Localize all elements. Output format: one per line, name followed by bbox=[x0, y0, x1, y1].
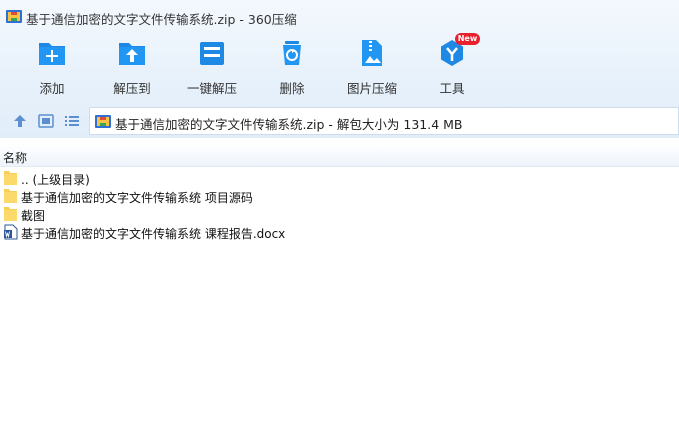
image-compress-icon bbox=[362, 40, 382, 66]
file-row-screenshots-folder[interactable]: 截图 bbox=[0, 205, 679, 223]
window-title: 基于通信加密的文字文件传输系统.zip - 360压缩 bbox=[26, 12, 297, 27]
file-row-parent-directory[interactable]: .. (上级目录) bbox=[0, 169, 679, 187]
address-bar[interactable]: 基于通信加密的文字文件传输系统.zip - 解包大小为 131.4 MB bbox=[89, 107, 679, 135]
image-compress-label: 图片压缩 bbox=[346, 81, 397, 96]
window-chrome: 基于通信加密的文字文件传输系统.zip - 360压缩 添加 解压到 一键解压 bbox=[0, 0, 679, 138]
add-folder-icon bbox=[39, 43, 65, 65]
up-arrow-icon[interactable] bbox=[12, 113, 28, 129]
word-document-icon bbox=[4, 224, 18, 240]
image-compress-button[interactable]: 图片压缩 bbox=[340, 38, 404, 96]
delete-button[interactable]: 删除 bbox=[260, 38, 324, 96]
zip-archive-icon bbox=[95, 115, 111, 128]
column-name-header[interactable]: 名称 bbox=[3, 149, 27, 166]
new-badge: New bbox=[455, 33, 480, 45]
file-name: 基于通信加密的文字文件传输系统 项目源码 bbox=[21, 191, 253, 205]
folder-icon bbox=[4, 189, 17, 203]
folder-icon bbox=[4, 171, 17, 185]
tools-label: 工具 bbox=[439, 81, 465, 96]
one-click-extract-button[interactable]: 一键解压 bbox=[180, 38, 244, 96]
thumbnail-view-icon[interactable] bbox=[38, 113, 54, 129]
extract-to-label: 解压到 bbox=[113, 81, 151, 96]
file-name: .. (上级目录) bbox=[21, 173, 90, 187]
add-label: 添加 bbox=[39, 81, 65, 96]
one-click-extract-icon bbox=[200, 42, 224, 65]
recycle-bin-icon bbox=[283, 41, 301, 65]
title-bar: 基于通信加密的文字文件传输系统.zip - 360压缩 bbox=[0, 0, 679, 34]
one-click-extract-label: 一键解压 bbox=[186, 81, 237, 96]
zip-archive-icon bbox=[6, 10, 22, 23]
add-button[interactable]: 添加 bbox=[20, 38, 84, 96]
extract-folder-icon bbox=[119, 43, 145, 65]
file-row-source-folder[interactable]: 基于通信加密的文字文件传输系统 项目源码 bbox=[0, 187, 679, 205]
list-view-icon[interactable] bbox=[64, 113, 80, 129]
tools-button[interactable]: 工具 bbox=[420, 38, 484, 96]
folder-icon bbox=[4, 207, 17, 221]
extract-to-button[interactable]: 解压到 bbox=[100, 38, 164, 96]
column-header: 名称 bbox=[0, 144, 679, 167]
address-text: 基于通信加密的文字文件传输系统.zip - 解包大小为 131.4 MB bbox=[115, 117, 463, 132]
delete-label: 删除 bbox=[279, 81, 305, 96]
file-row-report-docx[interactable]: 基于通信加密的文字文件传输系统 课程报告.docx bbox=[0, 223, 679, 241]
file-name: 基于通信加密的文字文件传输系统 课程报告.docx bbox=[21, 227, 286, 241]
file-name: 截图 bbox=[21, 209, 46, 223]
